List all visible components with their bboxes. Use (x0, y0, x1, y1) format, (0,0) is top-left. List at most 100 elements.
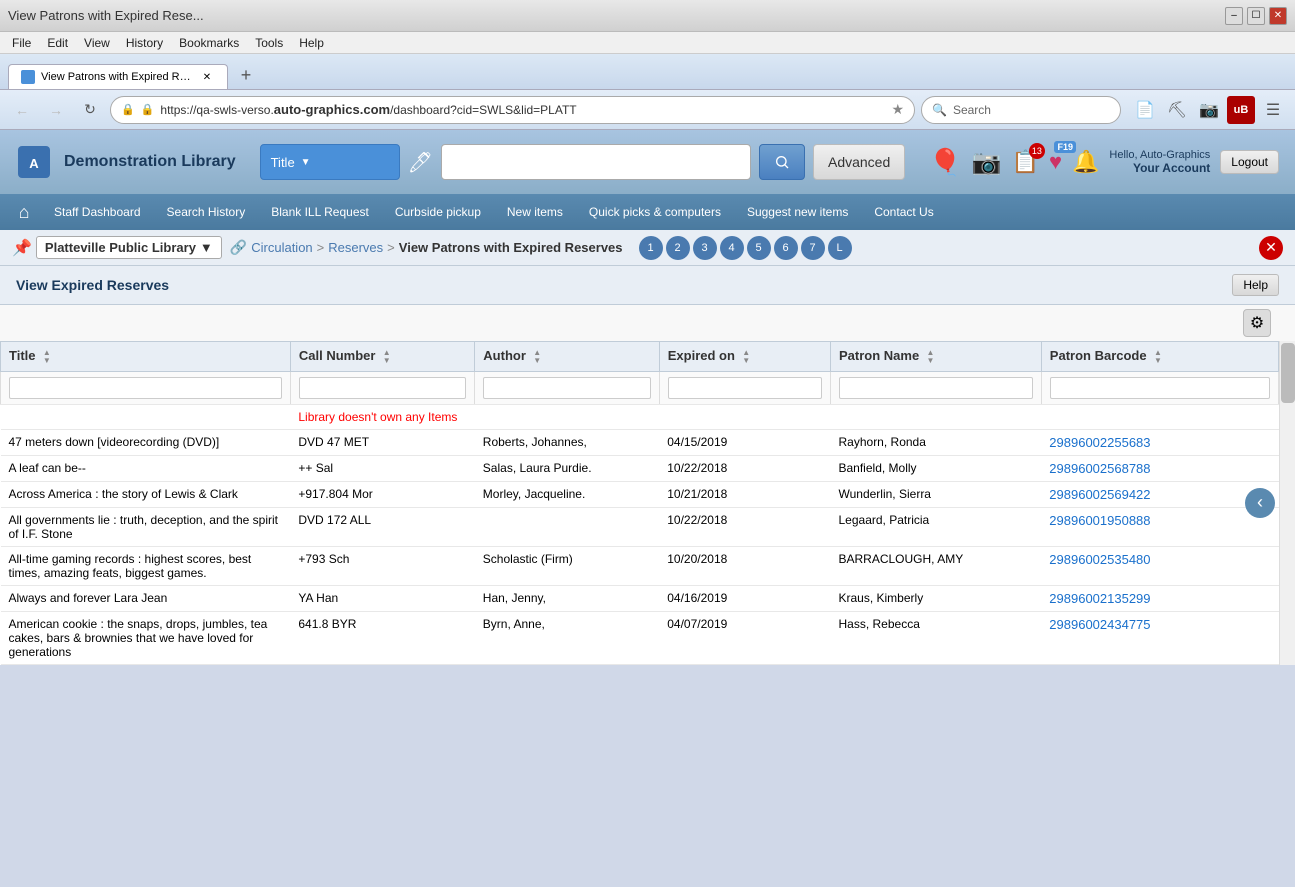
url-bar[interactable]: 🔒 🔒 https://qa-swls-verso.auto-graphics.… (110, 96, 915, 124)
database-icon[interactable]: 🖊 (408, 150, 433, 175)
close-button[interactable]: ✕ (1269, 7, 1287, 25)
minimize-button[interactable]: – (1225, 7, 1243, 25)
filter-expired-input[interactable] (668, 377, 822, 399)
previous-page-button[interactable]: ‹ (1245, 488, 1275, 518)
browser-tab-active[interactable]: View Patrons with Expired Rese... ✕ (8, 64, 228, 89)
page-pill-2[interactable]: 2 (666, 236, 690, 260)
patron-barcode-link-5[interactable]: 29896002135299 (1049, 591, 1150, 606)
nav-search-history[interactable]: Search History (155, 199, 258, 225)
nav-quick-picks[interactable]: Quick picks & computers (577, 199, 733, 225)
sort-patron-barcode-icon[interactable]: ▲▼ (1154, 349, 1162, 365)
nav-blank-ill-request[interactable]: Blank ILL Request (259, 199, 381, 225)
new-tab-button[interactable]: + (232, 61, 260, 89)
page-pill-6[interactable]: 6 (774, 236, 798, 260)
nav-curbside-pickup[interactable]: Curbside pickup (383, 199, 493, 225)
breadcrumb-close-button[interactable]: ✕ (1259, 236, 1283, 260)
back-button[interactable]: ← (8, 96, 36, 124)
reader-icon[interactable]: 📄 (1131, 96, 1159, 124)
menu-view[interactable]: View (76, 34, 118, 52)
search-input[interactable] (441, 144, 751, 180)
nav-new-items[interactable]: New items (495, 199, 575, 225)
cell-patron-name-2: Wunderlin, Sierra (831, 481, 1042, 507)
scrollbar[interactable] (1279, 341, 1295, 665)
home-button[interactable]: ⌂ (8, 196, 40, 228)
col-header-call-number[interactable]: Call Number ▲▼ (290, 342, 474, 372)
col-header-patron-barcode[interactable]: Patron Barcode ▲▼ (1041, 342, 1278, 372)
bookmark-star[interactable]: ★ (891, 101, 904, 118)
col-header-patron-name[interactable]: Patron Name ▲▼ (831, 342, 1042, 372)
svg-text:A: A (29, 156, 39, 171)
sort-author-icon[interactable]: ▲▼ (533, 349, 541, 365)
ublock-icon[interactable]: uB (1227, 96, 1255, 124)
filter-patron-name-input[interactable] (839, 377, 1033, 399)
advanced-button[interactable]: Advanced (813, 144, 905, 180)
scrollbar-thumb[interactable] (1281, 343, 1295, 403)
sort-patron-name-icon[interactable]: ▲▼ (927, 349, 935, 365)
location-dropdown[interactable]: Platteville Public Library ▼ (36, 236, 222, 259)
maximize-button[interactable]: ☐ (1247, 7, 1265, 25)
page-pill-3[interactable]: 3 (693, 236, 717, 260)
col-header-expired-on[interactable]: Expired on ▲▼ (659, 342, 830, 372)
notifications-icon[interactable]: 🔔 (1072, 149, 1099, 175)
page-pill-1[interactable]: 1 (639, 236, 663, 260)
menu-history[interactable]: History (118, 34, 171, 52)
sort-title-icon[interactable]: ▲▼ (43, 349, 51, 365)
error-cell-message: Library doesn't own any Items (290, 404, 474, 429)
browser-search-bar[interactable]: 🔍 Search (921, 96, 1121, 124)
menu-tools[interactable]: Tools (247, 34, 291, 52)
list-icon[interactable]: 📋 13 (1012, 149, 1039, 175)
col-header-author[interactable]: Author ▲▼ (475, 342, 659, 372)
table-row: American cookie : the snaps, drops, jumb… (1, 611, 1279, 664)
search-button[interactable] (759, 144, 805, 180)
location-selector[interactable]: 📌 Platteville Public Library ▼ (12, 236, 222, 259)
filter-call-number-input[interactable] (299, 377, 466, 399)
tips-icon[interactable]: 🎈 (929, 147, 961, 178)
sort-expired-icon[interactable]: ▲▼ (742, 349, 750, 365)
sort-call-number-icon[interactable]: ▲▼ (383, 349, 391, 365)
error-cell-empty-1 (475, 404, 659, 429)
error-message: Library doesn't own any Items (298, 410, 457, 424)
breadcrumb-reserves[interactable]: Reserves (328, 240, 383, 255)
url-icon: 🔒 (141, 103, 155, 116)
user-greeting: Hello, Auto-Graphics (1109, 149, 1210, 161)
favorites-icon[interactable]: ♥ F19 (1049, 149, 1062, 175)
forward-button[interactable]: → (42, 96, 70, 124)
page-pill-l[interactable]: L (828, 236, 852, 260)
nav-suggest-new-items[interactable]: Suggest new items (735, 199, 860, 225)
page-pill-5[interactable]: 5 (747, 236, 771, 260)
patron-barcode-link-3[interactable]: 29896001950888 (1049, 513, 1150, 528)
settings-icon-button[interactable]: ⚙ (1243, 309, 1271, 337)
menu-file[interactable]: File (4, 34, 39, 52)
help-button[interactable]: Help (1232, 274, 1279, 296)
user-account[interactable]: Hello, Auto-Graphics Your Account (1109, 149, 1210, 175)
menu-help[interactable]: Help (291, 34, 332, 52)
nav-staff-dashboard[interactable]: Staff Dashboard (42, 199, 153, 225)
cell-patron-name-4: BARRACLOUGH, AMY (831, 546, 1042, 585)
search-type-dropdown[interactable]: Title ▼ (260, 144, 400, 180)
page-pill-4[interactable]: 4 (720, 236, 744, 260)
menu-icon[interactable]: ☰ (1259, 96, 1287, 124)
window-controls: – ☐ ✕ (1225, 7, 1287, 25)
page-pill-7[interactable]: 7 (801, 236, 825, 260)
patron-barcode-link-1[interactable]: 29896002568788 (1049, 461, 1150, 476)
patron-barcode-link-6[interactable]: 29896002434775 (1049, 617, 1150, 632)
menu-bookmarks[interactable]: Bookmarks (171, 34, 247, 52)
pocket-icon[interactable]: ⛏ (1163, 96, 1191, 124)
tab-close-button[interactable]: ✕ (199, 69, 215, 85)
filter-patron-barcode-input[interactable] (1050, 377, 1270, 399)
col-header-title[interactable]: Title ▲▼ (1, 342, 291, 372)
filter-title-input[interactable] (9, 377, 282, 399)
camera-icon[interactable]: 📷 (972, 148, 1002, 177)
reload-button[interactable]: ↻ (76, 96, 104, 124)
error-cell-empty-title (1, 404, 291, 429)
patron-barcode-link-4[interactable]: 29896002535480 (1049, 552, 1150, 567)
patron-barcode-link-2[interactable]: 29896002569422 (1049, 487, 1150, 502)
filter-author-input[interactable] (483, 377, 650, 399)
menu-edit[interactable]: Edit (39, 34, 76, 52)
error-cell-empty-4 (1041, 404, 1278, 429)
breadcrumb-circulation[interactable]: Circulation (251, 240, 312, 255)
nav-contact-us[interactable]: Contact Us (862, 199, 945, 225)
patron-barcode-link-0[interactable]: 29896002255683 (1049, 435, 1150, 450)
logout-button[interactable]: Logout (1220, 150, 1279, 174)
screenshot-icon[interactable]: 📷 (1195, 96, 1223, 124)
